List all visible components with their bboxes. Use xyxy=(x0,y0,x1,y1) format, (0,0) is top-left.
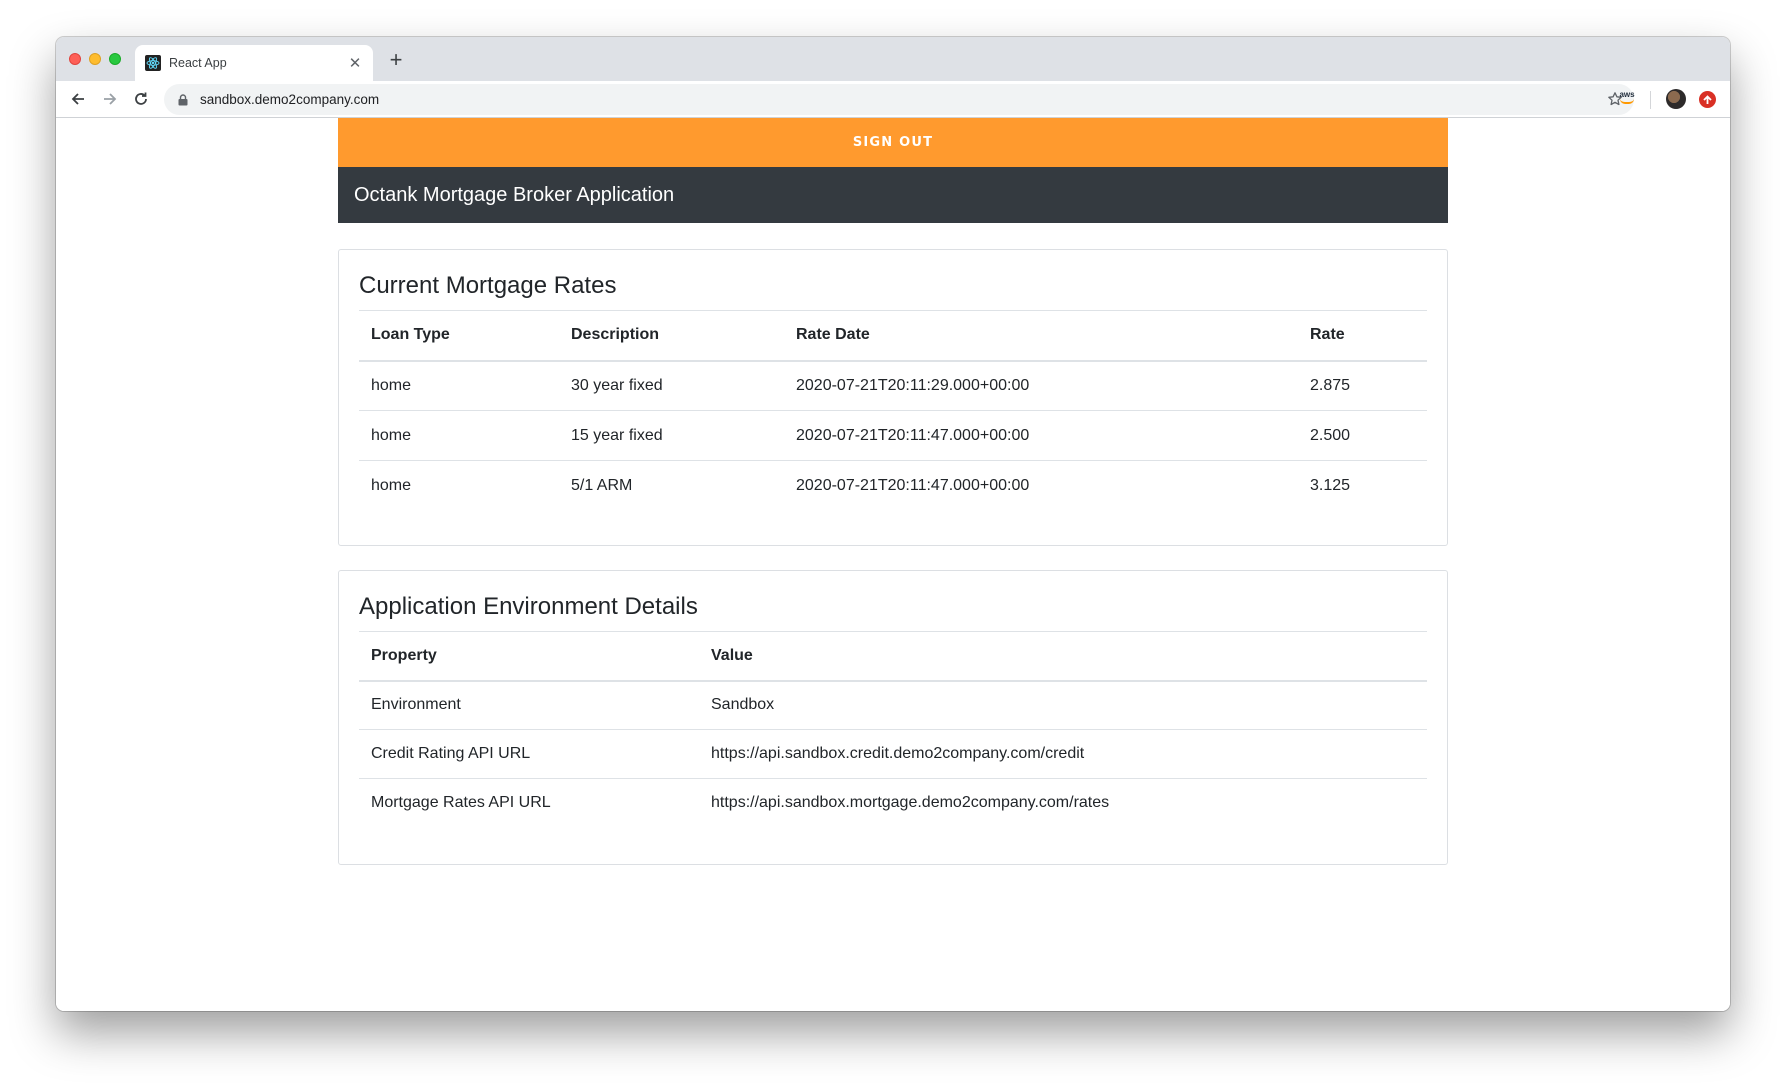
column-header: Loan Type xyxy=(359,310,559,362)
rate-cell: 2.875 xyxy=(1310,376,1351,394)
table-header-row: Property Value xyxy=(359,631,1427,682)
table-row: Environment Sandbox xyxy=(359,681,1427,730)
column-header: Property xyxy=(359,631,699,682)
browser-window: React App ✕ + sandbox.demo2company.com a… xyxy=(56,37,1730,1011)
arrow-right-icon[interactable] xyxy=(98,87,122,111)
loan-type-cell: home xyxy=(359,410,559,461)
react-icon xyxy=(145,55,161,71)
profile-avatar[interactable] xyxy=(1666,89,1686,109)
environment-details-card: Application Environment Details Property… xyxy=(338,570,1448,865)
table-row: Credit Rating API URL https://api.sandbo… xyxy=(359,729,1427,779)
property-cell: Credit Rating API URL xyxy=(359,729,699,779)
description-cell: 15 year fixed xyxy=(559,410,784,461)
table-row: home 5/1 ARM 2020-07-21T20:11:47.000+00:… xyxy=(359,460,1427,511)
rate-cell: 2.500 xyxy=(1298,410,1427,461)
property-cell: Environment xyxy=(371,696,461,714)
browser-tab[interactable]: React App ✕ xyxy=(135,45,373,81)
loan-type-cell: home xyxy=(371,376,412,394)
address-bar[interactable]: sandbox.demo2company.com xyxy=(164,84,1634,115)
app-container: SIGN OUT Octank Mortgage Broker Applicat… xyxy=(338,118,1448,865)
arrow-left-icon[interactable] xyxy=(66,87,90,111)
minimize-window-button[interactable] xyxy=(89,53,101,65)
reload-icon[interactable] xyxy=(129,87,153,111)
rate-cell: 3.125 xyxy=(1298,460,1427,511)
browser-toolbar: sandbox.demo2company.com aws xyxy=(56,81,1730,118)
page-viewport: SIGN OUT Octank Mortgage Broker Applicat… xyxy=(56,118,1730,1011)
table-row: home 30 year fixed 2020-07-21T20:11:29.0… xyxy=(359,361,1427,411)
column-header: Description xyxy=(559,310,784,362)
close-tab-icon[interactable]: ✕ xyxy=(347,54,363,72)
description-cell: 30 year fixed xyxy=(571,376,663,394)
toolbar-divider xyxy=(1650,91,1651,109)
property-cell: Mortgage Rates API URL xyxy=(359,778,699,828)
rate-date-cell: 2020-07-21T20:11:47.000+00:00 xyxy=(784,410,1298,461)
description-cell: 5/1 ARM xyxy=(559,460,784,511)
column-header: Rate Date xyxy=(784,310,1298,362)
update-arrow-icon[interactable] xyxy=(1699,91,1716,108)
navbar-title: Octank Mortgage Broker Application xyxy=(354,183,675,206)
app-navbar: Octank Mortgage Broker Application xyxy=(338,167,1448,223)
environment-details-table: Property Value Environment Sandbox Credi… xyxy=(359,631,1427,828)
maximize-window-button[interactable] xyxy=(109,53,121,65)
column-header: Rate xyxy=(1298,310,1427,362)
rate-date-cell: 2020-07-21T20:11:29.000+00:00 xyxy=(796,376,1030,394)
value-cell: https://api.sandbox.credit.demo2company.… xyxy=(699,729,1427,779)
loan-type-cell: home xyxy=(359,460,559,511)
sign-out-button[interactable]: SIGN OUT xyxy=(338,118,1448,167)
aws-extension-icon[interactable]: aws xyxy=(1615,90,1639,110)
mortgage-rates-title: Current Mortgage Rates xyxy=(359,272,617,299)
mortgage-rates-table: Loan Type Description Rate Date Rate hom… xyxy=(359,310,1427,511)
new-tab-button[interactable]: + xyxy=(386,49,406,71)
tab-strip: React App ✕ + xyxy=(56,37,1730,81)
table-row: Mortgage Rates API URL https://api.sandb… xyxy=(359,778,1427,828)
url-text: sandbox.demo2company.com xyxy=(200,92,380,107)
lock-icon xyxy=(176,93,190,107)
value-cell: https://api.sandbox.mortgage.demo2compan… xyxy=(699,778,1427,828)
column-header: Value xyxy=(699,631,1427,682)
value-cell: Sandbox xyxy=(711,696,775,714)
tab-title: React App xyxy=(169,56,227,70)
close-window-button[interactable] xyxy=(69,53,81,65)
table-row: home 15 year fixed 2020-07-21T20:11:47.0… xyxy=(359,410,1427,461)
rate-date-cell: 2020-07-21T20:11:47.000+00:00 xyxy=(784,460,1298,511)
mortgage-rates-card: Current Mortgage Rates Loan Type Descrip… xyxy=(338,249,1448,546)
environment-details-title: Application Environment Details xyxy=(359,593,698,620)
table-header-row: Loan Type Description Rate Date Rate xyxy=(359,310,1427,362)
